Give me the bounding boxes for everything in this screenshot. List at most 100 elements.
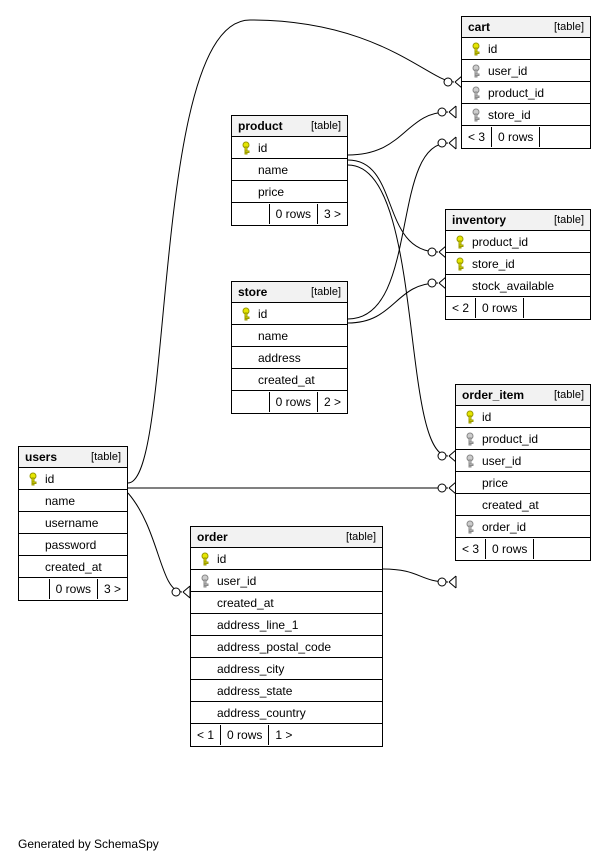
column-row: price [456,472,590,494]
column-name: id [41,472,121,486]
column-row: name [232,159,347,181]
table-footer: < 20 rows [446,297,590,319]
foreign-key-icon [462,454,478,468]
column-name: product_id [478,432,584,446]
primary-key-icon [452,235,468,249]
column-row: store_id [446,253,590,275]
table-header: order [table] [191,527,382,548]
footer-cell [232,392,270,412]
footer-cell: 0 rows [476,298,524,318]
column-row: created_at [191,592,382,614]
column-name: user_id [478,454,584,468]
table-name: order_item [462,388,524,402]
column-row: product_id [446,231,590,253]
column-name: name [254,163,341,177]
column-name: product_id [468,235,584,249]
table-type: [table] [554,389,584,401]
column-row: password [19,534,127,556]
column-name: price [254,185,341,199]
primary-key-icon [25,472,41,486]
column-name: address_city [213,662,376,676]
column-name: created_at [478,498,584,512]
footer-cell: 3 > [98,579,127,599]
footer-cell: 2 > [318,392,347,412]
column-name: created_at [41,560,121,574]
table-store: store [table] idnameaddresscreated_at0 r… [231,281,348,414]
primary-key-icon [462,410,478,424]
column-row: name [19,490,127,512]
footer-cell: 0 rows [486,539,534,559]
primary-key-icon [197,552,213,566]
column-row: address [232,347,347,369]
column-name: name [41,494,121,508]
column-name: store_id [484,108,584,122]
column-row: id [232,303,347,325]
column-row: price [232,181,347,203]
column-row: address_line_1 [191,614,382,636]
table-type: [table] [554,214,584,226]
footer-cell [19,579,50,599]
column-row: address_state [191,680,382,702]
column-row: id [456,406,590,428]
table-users: users [table] id name username password crea… [18,446,128,601]
primary-key-icon [468,42,484,56]
column-name: created_at [213,596,376,610]
footer-cell: < 3 [456,539,486,559]
table-name: inventory [452,213,506,227]
footer-cell: < 2 [446,298,476,318]
table-name: users [25,450,57,464]
table-name: product [238,119,283,133]
footer-cell: 0 rows [270,204,318,224]
footer-cell [232,204,270,224]
column-row: id [191,548,382,570]
column-row: username [19,512,127,534]
generator-credit: Generated by SchemaSpy [18,837,159,851]
table-footer: 0 rows2 > [232,391,347,413]
column-name: address_country [213,706,376,720]
column-row: created_at [232,369,347,391]
table-order: order [table] iduser_idcreated_ataddress… [190,526,383,747]
foreign-key-icon [468,108,484,122]
column-row: order_id [456,516,590,538]
foreign-key-icon [468,64,484,78]
column-name: store_id [468,257,584,271]
column-name: username [41,516,121,530]
table-header: users [table] [19,447,127,468]
column-name: product_id [484,86,584,100]
footer-cell: 3 > [318,204,347,224]
column-row: user_id [462,60,590,82]
column-name: address_state [213,684,376,698]
footer-cell [534,539,590,559]
column-name: order_id [478,520,584,534]
foreign-key-icon [468,86,484,100]
column-name: user_id [484,64,584,78]
footer-cell: < 1 [191,725,221,745]
column-name: name [254,329,341,343]
column-name: id [213,552,376,566]
foreign-key-icon [462,520,478,534]
table-footer: 0 rows3 > [19,578,127,600]
table-type: [table] [311,286,341,298]
column-name: stock_available [468,279,584,293]
column-name: id [484,42,584,56]
table-type: [table] [346,531,376,543]
column-row: address_postal_code [191,636,382,658]
column-name: created_at [254,373,341,387]
footer-cell: 0 rows [50,579,98,599]
column-name: id [254,141,341,155]
table-header: order_item [table] [456,385,590,406]
column-name: address_line_1 [213,618,376,632]
footer-cell: 1 > [269,725,298,745]
foreign-key-icon [462,432,478,446]
foreign-key-icon [197,574,213,588]
table-type: [table] [311,120,341,132]
footer-cell: 0 rows [221,725,269,745]
table-inventory: inventory [table] product_id store_idstoc… [445,209,591,320]
column-name: id [254,307,341,321]
table-footer: < 30 rows [456,538,590,560]
column-row: id [462,38,590,60]
column-row: name [232,325,347,347]
column-name: address [254,351,341,365]
table-order-item: order_item [table] id product_id user_idpr… [455,384,591,561]
primary-key-icon [452,257,468,271]
